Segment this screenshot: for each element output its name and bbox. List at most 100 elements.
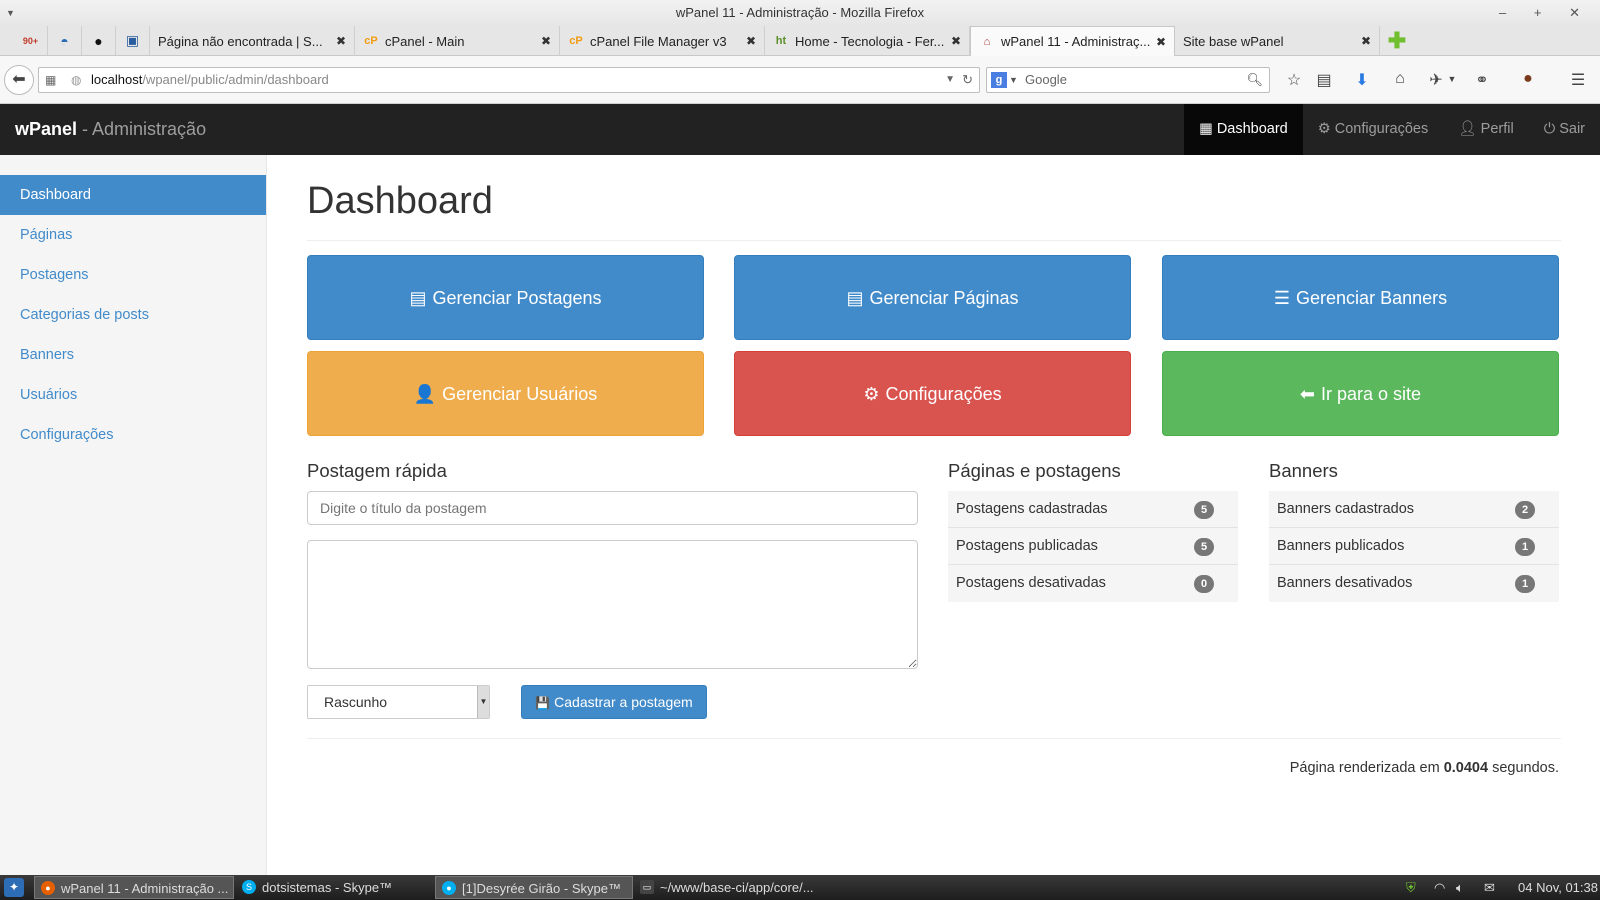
tab-label: cPanel File Manager v3 — [590, 33, 727, 49]
sidebar-item-banners[interactable]: Banners — [0, 335, 266, 375]
mail-tray-icon[interactable]: ✉ — [1484, 875, 1495, 900]
url-bar[interactable]: ▦ ◍ localhost/wpanel/public/admin/dashbo… — [38, 67, 980, 93]
tile-gerenciar-postagens[interactable]: ▤ Gerenciar Postagens — [307, 255, 704, 340]
home-icon[interactable]: ⌂ — [1388, 70, 1412, 88]
browser-tab-active[interactable]: ⌂ wPanel 11 - Administraç... ✖ — [970, 26, 1175, 56]
tab-label: Site base wPanel — [1183, 33, 1284, 49]
taskbar-item[interactable]: ▭ ~/www/base-ci/app/core/... — [634, 876, 844, 899]
url-history-dropdown-icon[interactable]: ▼ — [945, 68, 955, 92]
banners-heading: Banners — [1269, 460, 1338, 481]
window-controls[interactable]: – + ✕ — [1499, 0, 1592, 26]
cpanel-icon: cP — [569, 35, 583, 47]
tile-gerenciar-paginas[interactable]: ▤ Gerenciar Páginas — [734, 255, 1131, 340]
search-icon[interactable]: 🔍︎ — [1246, 68, 1263, 92]
tile-gerenciar-banners[interactable]: ☰ Gerenciar Banners — [1162, 255, 1559, 340]
browser-tab[interactable]: Página não encontrada | S... ✖ — [150, 26, 355, 56]
browser-tab[interactable]: cP cPanel File Manager v3 ✖ — [560, 26, 765, 56]
reload-icon[interactable]: ↻ — [962, 68, 973, 92]
list-icon: ▤ — [846, 288, 864, 308]
topnav-label: Configurações — [1334, 121, 1429, 137]
quickpost-heading: Postagem rápida — [307, 460, 447, 481]
gear-icon: ⚙ — [1317, 121, 1331, 137]
site-identity-icon[interactable]: ◍ — [71, 68, 81, 92]
sidebar-item-categorias[interactable]: Categorias de posts — [0, 295, 266, 335]
taskbar-item[interactable]: ● [1]Desyrée Girão - Skype™ — [435, 876, 633, 899]
browser-tab[interactable]: cP cPanel - Main ✖ — [355, 26, 560, 56]
topnav-perfil[interactable]: 👤︎ Perfil — [1443, 104, 1528, 155]
reading-list-icon[interactable]: ▤ — [1312, 70, 1336, 90]
sidebar: Dashboard Páginas Postagens Categorias d… — [0, 155, 267, 875]
sidebar-item-configuracoes[interactable]: Configurações — [0, 415, 266, 455]
footer-suffix: segundos. — [1488, 760, 1559, 776]
post-content-textarea[interactable] — [307, 540, 918, 669]
window-menu-icon[interactable]: ▼ — [6, 0, 15, 26]
submit-post-button[interactable]: 💾 Cadastrar a postagem — [521, 685, 707, 719]
brand[interactable]: wPanel - Administração — [15, 104, 206, 155]
search-bar[interactable]: g ▼ Google 🔍︎ — [986, 67, 1270, 93]
topnav-dashboard[interactable]: ▦ Dashboard — [1184, 104, 1303, 155]
close-tab-icon[interactable]: ✖ — [1156, 35, 1166, 49]
cpanel-icon: cP — [364, 35, 378, 47]
update-tray-icon[interactable]: ⛨ — [1406, 875, 1416, 900]
grid-icon: ▦ — [1199, 121, 1213, 137]
sync-icon[interactable]: ⚭ — [1470, 70, 1494, 90]
post-title-input[interactable] — [307, 491, 918, 525]
count-badge: 5 — [1194, 501, 1214, 519]
url-path: /wpanel/public/admin/dashboard — [142, 72, 329, 87]
pinned-tab-github[interactable]: ● — [82, 26, 116, 55]
topnav-label: Sair — [1559, 121, 1585, 137]
addon-apple-icon[interactable]: ● — [1516, 70, 1540, 88]
pinned-tab-thunderbird[interactable]: ◓ — [48, 26, 82, 55]
google-engine-icon[interactable]: g — [991, 72, 1007, 88]
close-tab-icon[interactable]: ✖ — [1361, 34, 1371, 48]
new-tab-plus-icon[interactable]: ✚ — [1380, 26, 1414, 55]
taskbar-item[interactable]: S dotsistemas - Skype™ — [236, 876, 432, 899]
post-status-select[interactable]: Rascunho ▼ — [307, 685, 490, 719]
pinned-tab-gmail[interactable]: 90+ — [14, 26, 48, 55]
count-badge: 5 — [1194, 538, 1214, 556]
sidebar-item-usuarios[interactable]: Usuários — [0, 375, 266, 415]
firefox-icon: ● — [41, 881, 55, 895]
topnav-configuracoes[interactable]: ⚙ Configurações — [1303, 104, 1444, 155]
tile-configuracoes[interactable]: ⚙ Configurações — [734, 351, 1131, 436]
tab-label: Home - Tecnologia - Fer... — [795, 33, 945, 49]
bookmark-star-icon[interactable]: ☆ — [1282, 70, 1306, 90]
tile-label: Gerenciar Páginas — [869, 288, 1019, 308]
browser-tab[interactable]: Site base wPanel ✖ — [1175, 26, 1380, 56]
window-title: wPanel 11 - Administração - Mozilla Fire… — [675, 5, 925, 20]
tile-ir-para-o-site[interactable]: ⬅ Ir para o site — [1162, 351, 1559, 436]
volume-icon[interactable]: 🔈︎ — [1456, 875, 1464, 900]
close-tab-icon[interactable]: ✖ — [336, 34, 346, 48]
user-icon: 👤 — [413, 384, 437, 404]
render-time-value: 0.0404 — [1443, 760, 1489, 776]
chevron-down-icon: ▼ — [477, 686, 489, 718]
taskbar-item-label: dotsistemas - Skype™ — [262, 880, 393, 895]
tab-label: Página não encontrada | S... — [158, 33, 323, 49]
back-arrow-icon[interactable]: ⬅ — [4, 65, 34, 95]
sidebar-item-dashboard[interactable]: Dashboard — [0, 175, 266, 215]
sidebar-item-postagens[interactable]: Postagens — [0, 255, 266, 295]
page-info-icon[interactable]: ▦ — [45, 68, 56, 92]
topnav-label: Dashboard — [1216, 121, 1288, 137]
tile-gerenciar-usuarios[interactable]: 👤 Gerenciar Usuários — [307, 351, 704, 436]
topnav-sair[interactable]: ⏻ Sair — [1529, 104, 1600, 155]
topnav-label: Perfil — [1480, 121, 1514, 137]
close-tab-icon[interactable]: ✖ — [746, 34, 756, 48]
pinned-tab-app[interactable]: ▣ — [116, 26, 150, 55]
menu-hamburger-icon[interactable]: ☰ — [1566, 70, 1590, 90]
sidebar-item-paginas[interactable]: Páginas — [0, 215, 266, 255]
browser-navbar: ⬅ ▦ ◍ localhost/wpanel/public/admin/dash… — [0, 56, 1600, 104]
taskbar-item[interactable]: ● wPanel 11 - Administração ... — [34, 876, 234, 899]
close-tab-icon[interactable]: ✖ — [951, 34, 961, 48]
wifi-icon[interactable]: ◠ — [1434, 875, 1445, 900]
mail-client-icon: ◓ — [60, 32, 69, 49]
close-tab-icon[interactable]: ✖ — [541, 34, 551, 48]
start-menu-icon[interactable]: ✦ — [4, 878, 24, 897]
extension-dropdown-icon[interactable]: ▼ — [1440, 74, 1464, 84]
browser-tab[interactable]: ht Home - Tecnologia - Fer... ✖ — [765, 26, 970, 56]
clock[interactable]: 04 Nov, 01:38 — [1518, 875, 1598, 900]
download-arrow-icon[interactable]: ⬇ — [1350, 70, 1374, 90]
save-icon: 💾 — [535, 696, 551, 710]
engine-dropdown-icon[interactable]: ▼ — [1009, 68, 1018, 92]
tile-label: Configurações — [885, 384, 1002, 404]
